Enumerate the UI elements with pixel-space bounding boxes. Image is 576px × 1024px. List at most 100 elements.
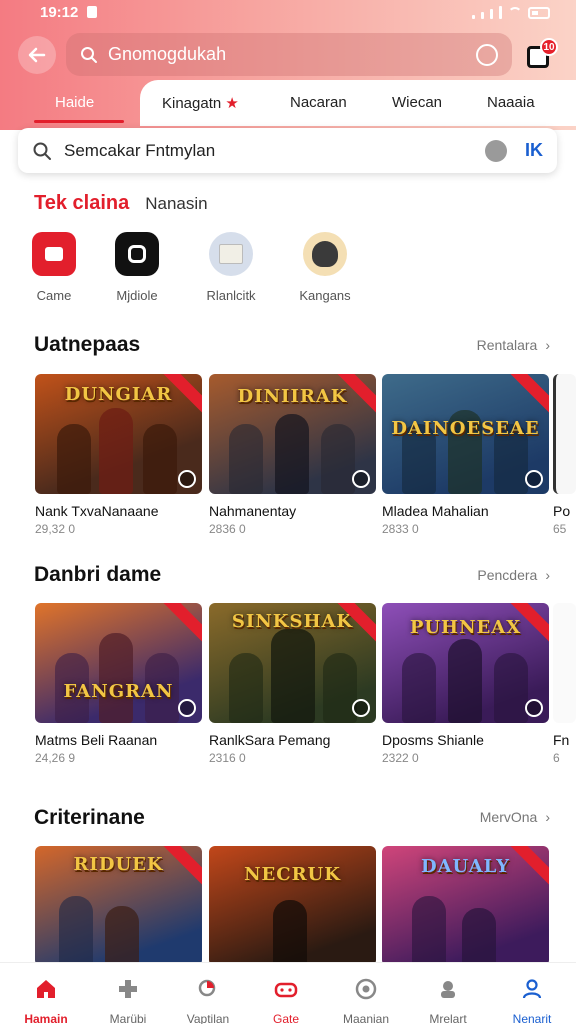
battery-icon bbox=[528, 7, 550, 19]
quick-item-media[interactable]: Mjdiole bbox=[97, 232, 177, 303]
scan-button[interactable]: IK bbox=[525, 140, 543, 161]
card-title: Nahmanentay bbox=[209, 503, 297, 519]
card-title: Mladea Mahalian bbox=[382, 503, 489, 519]
game-card[interactable]: PUHNEAX Dposms Shianle 2322 0 bbox=[382, 603, 549, 765]
nav-item-5[interactable]: Maanian bbox=[328, 977, 404, 1024]
top-search-bar[interactable]: Gnomogdukah bbox=[66, 33, 512, 76]
corner-ribbon bbox=[507, 374, 549, 414]
quick-item-avatar[interactable]: Kangans bbox=[285, 232, 365, 303]
game-card[interactable]: DAUALY bbox=[382, 846, 549, 966]
character-figure bbox=[271, 629, 315, 723]
corner-ribbon bbox=[160, 603, 202, 643]
plus-box-icon bbox=[119, 980, 137, 998]
character-figure bbox=[105, 906, 139, 966]
play-icon[interactable] bbox=[525, 699, 543, 717]
chevron-right-icon: › bbox=[545, 337, 550, 353]
nav-label: Maanian bbox=[342, 1012, 390, 1024]
character-figure bbox=[323, 653, 357, 723]
top-tabs: Haide Kinagatn ★ Nacaran Wiecan Naaaia bbox=[0, 80, 576, 126]
mic-icon[interactable] bbox=[485, 139, 507, 162]
nav-label: Vaptilan bbox=[186, 1012, 230, 1024]
character-figure bbox=[448, 639, 482, 723]
play-icon[interactable] bbox=[178, 699, 196, 717]
ranking-icon bbox=[209, 232, 253, 276]
card-title: Fn bbox=[553, 732, 570, 748]
card-meta: 6 bbox=[553, 751, 560, 765]
character-figure bbox=[57, 424, 91, 494]
nav-item-4[interactable]: Gate bbox=[248, 977, 324, 1024]
notification-button[interactable]: 10 bbox=[524, 38, 558, 70]
section-more-link[interactable]: Pencdera › bbox=[477, 567, 550, 583]
play-icon[interactable] bbox=[178, 470, 196, 488]
tab-nacaran[interactable]: Nacaran bbox=[290, 94, 347, 111]
back-button[interactable] bbox=[18, 36, 56, 74]
game-thumbnail: FANGRAN bbox=[35, 603, 202, 723]
character-figure bbox=[402, 653, 436, 723]
search-icon bbox=[81, 46, 97, 63]
category-active[interactable]: Tek claina bbox=[34, 192, 129, 215]
character-figure bbox=[275, 414, 309, 494]
character-figure bbox=[99, 633, 133, 723]
status-time: 19:12 bbox=[40, 4, 79, 21]
game-card[interactable]: SINKSHAK RanlkSara Pemang 2316 0 bbox=[209, 603, 376, 765]
card-meta: 24,26 9 bbox=[35, 751, 76, 765]
section-title: Criterinane bbox=[34, 806, 145, 829]
nav-profile[interactable]: Nenarit bbox=[494, 977, 570, 1024]
home-icon bbox=[37, 980, 55, 998]
main-search-bar[interactable]: Semcakar Fntmylan IK bbox=[18, 128, 557, 173]
game-thumbnail bbox=[553, 374, 576, 494]
card-title: Matms Beli Raanan bbox=[35, 732, 158, 748]
thumbnail-art-title: DAINOESEAE bbox=[391, 418, 540, 439]
nav-home[interactable]: Hamain bbox=[8, 977, 84, 1024]
section-more-link[interactable]: MervOna › bbox=[480, 809, 550, 825]
person-icon bbox=[522, 979, 542, 999]
quick-label: Came bbox=[36, 288, 72, 303]
section-more-link[interactable]: Rentalara › bbox=[477, 337, 550, 353]
tab-naaaia[interactable]: Naaaia bbox=[487, 94, 535, 111]
main-search-text: Semcakar Fntmylan bbox=[64, 140, 216, 160]
tab-haide[interactable]: Haide bbox=[55, 94, 94, 111]
nav-label: Gate bbox=[272, 1012, 299, 1024]
chevron-right-icon: › bbox=[545, 567, 550, 583]
signal-bar bbox=[481, 12, 484, 19]
section-title: Uatnepaas bbox=[34, 333, 141, 356]
character-figure bbox=[462, 908, 496, 966]
game-card[interactable]: RIDUEK bbox=[35, 846, 202, 966]
nav-label: Nenarit bbox=[512, 1012, 552, 1024]
play-icon[interactable] bbox=[352, 699, 370, 717]
play-icon[interactable] bbox=[525, 470, 543, 488]
quick-item-game[interactable]: Came bbox=[14, 232, 94, 303]
nav-item-6[interactable]: Mrelart bbox=[410, 977, 486, 1024]
nav-item-2[interactable]: Marübi bbox=[90, 977, 166, 1024]
status-icons bbox=[472, 6, 550, 19]
game-card[interactable]: DUNGIAR Nank TxvaNanaane 29,32 0 bbox=[35, 374, 202, 536]
card-title: Dposms Shianle bbox=[382, 732, 484, 748]
bottom-navigation: Hamain Marübi Vaptilan Gate Maanian Mrel… bbox=[0, 962, 576, 1024]
game-card[interactable]: FANGRAN Matms Beli Raanan 24,26 9 bbox=[35, 603, 202, 765]
quick-item-ranking[interactable]: Rlanlcitk bbox=[191, 232, 271, 303]
nav-item-3[interactable]: Vaptilan bbox=[170, 977, 246, 1024]
notification-badge: 10 bbox=[540, 38, 558, 56]
card-meta: 2836 0 bbox=[209, 522, 246, 536]
back-arrow-icon bbox=[28, 47, 46, 63]
tab-wiecan[interactable]: Wiecan bbox=[392, 94, 442, 111]
game-card[interactable]: NECRUK bbox=[209, 846, 376, 966]
voice-search-icon[interactable] bbox=[476, 43, 498, 66]
game-card[interactable]: DINIIRAK Nahmanentay 2836 0 bbox=[209, 374, 376, 536]
game-card-partial[interactable]: Po 65 bbox=[553, 374, 576, 536]
game-icon bbox=[32, 232, 76, 276]
character-figure bbox=[99, 408, 133, 494]
thumbnail-art-title: DINIIRAK bbox=[237, 386, 348, 407]
play-icon[interactable] bbox=[352, 470, 370, 488]
quick-label: Rlanlcitk bbox=[206, 288, 256, 303]
category-other[interactable]: Nanasin bbox=[145, 194, 207, 214]
game-thumbnail: RIDUEK bbox=[35, 846, 202, 966]
game-thumbnail: SINKSHAK bbox=[209, 603, 376, 723]
game-thumbnail: DINIIRAK bbox=[209, 374, 376, 494]
game-card[interactable]: DAINOESEAE Mladea Mahalian 2833 0 bbox=[382, 374, 549, 536]
game-thumbnail: DUNGIAR bbox=[35, 374, 202, 494]
game-card-partial[interactable]: Fn 6 bbox=[553, 603, 576, 765]
card-meta: 29,32 0 bbox=[35, 522, 76, 536]
character-figure bbox=[494, 653, 528, 723]
tab-kinagatn[interactable]: Kinagatn ★ bbox=[162, 94, 239, 112]
